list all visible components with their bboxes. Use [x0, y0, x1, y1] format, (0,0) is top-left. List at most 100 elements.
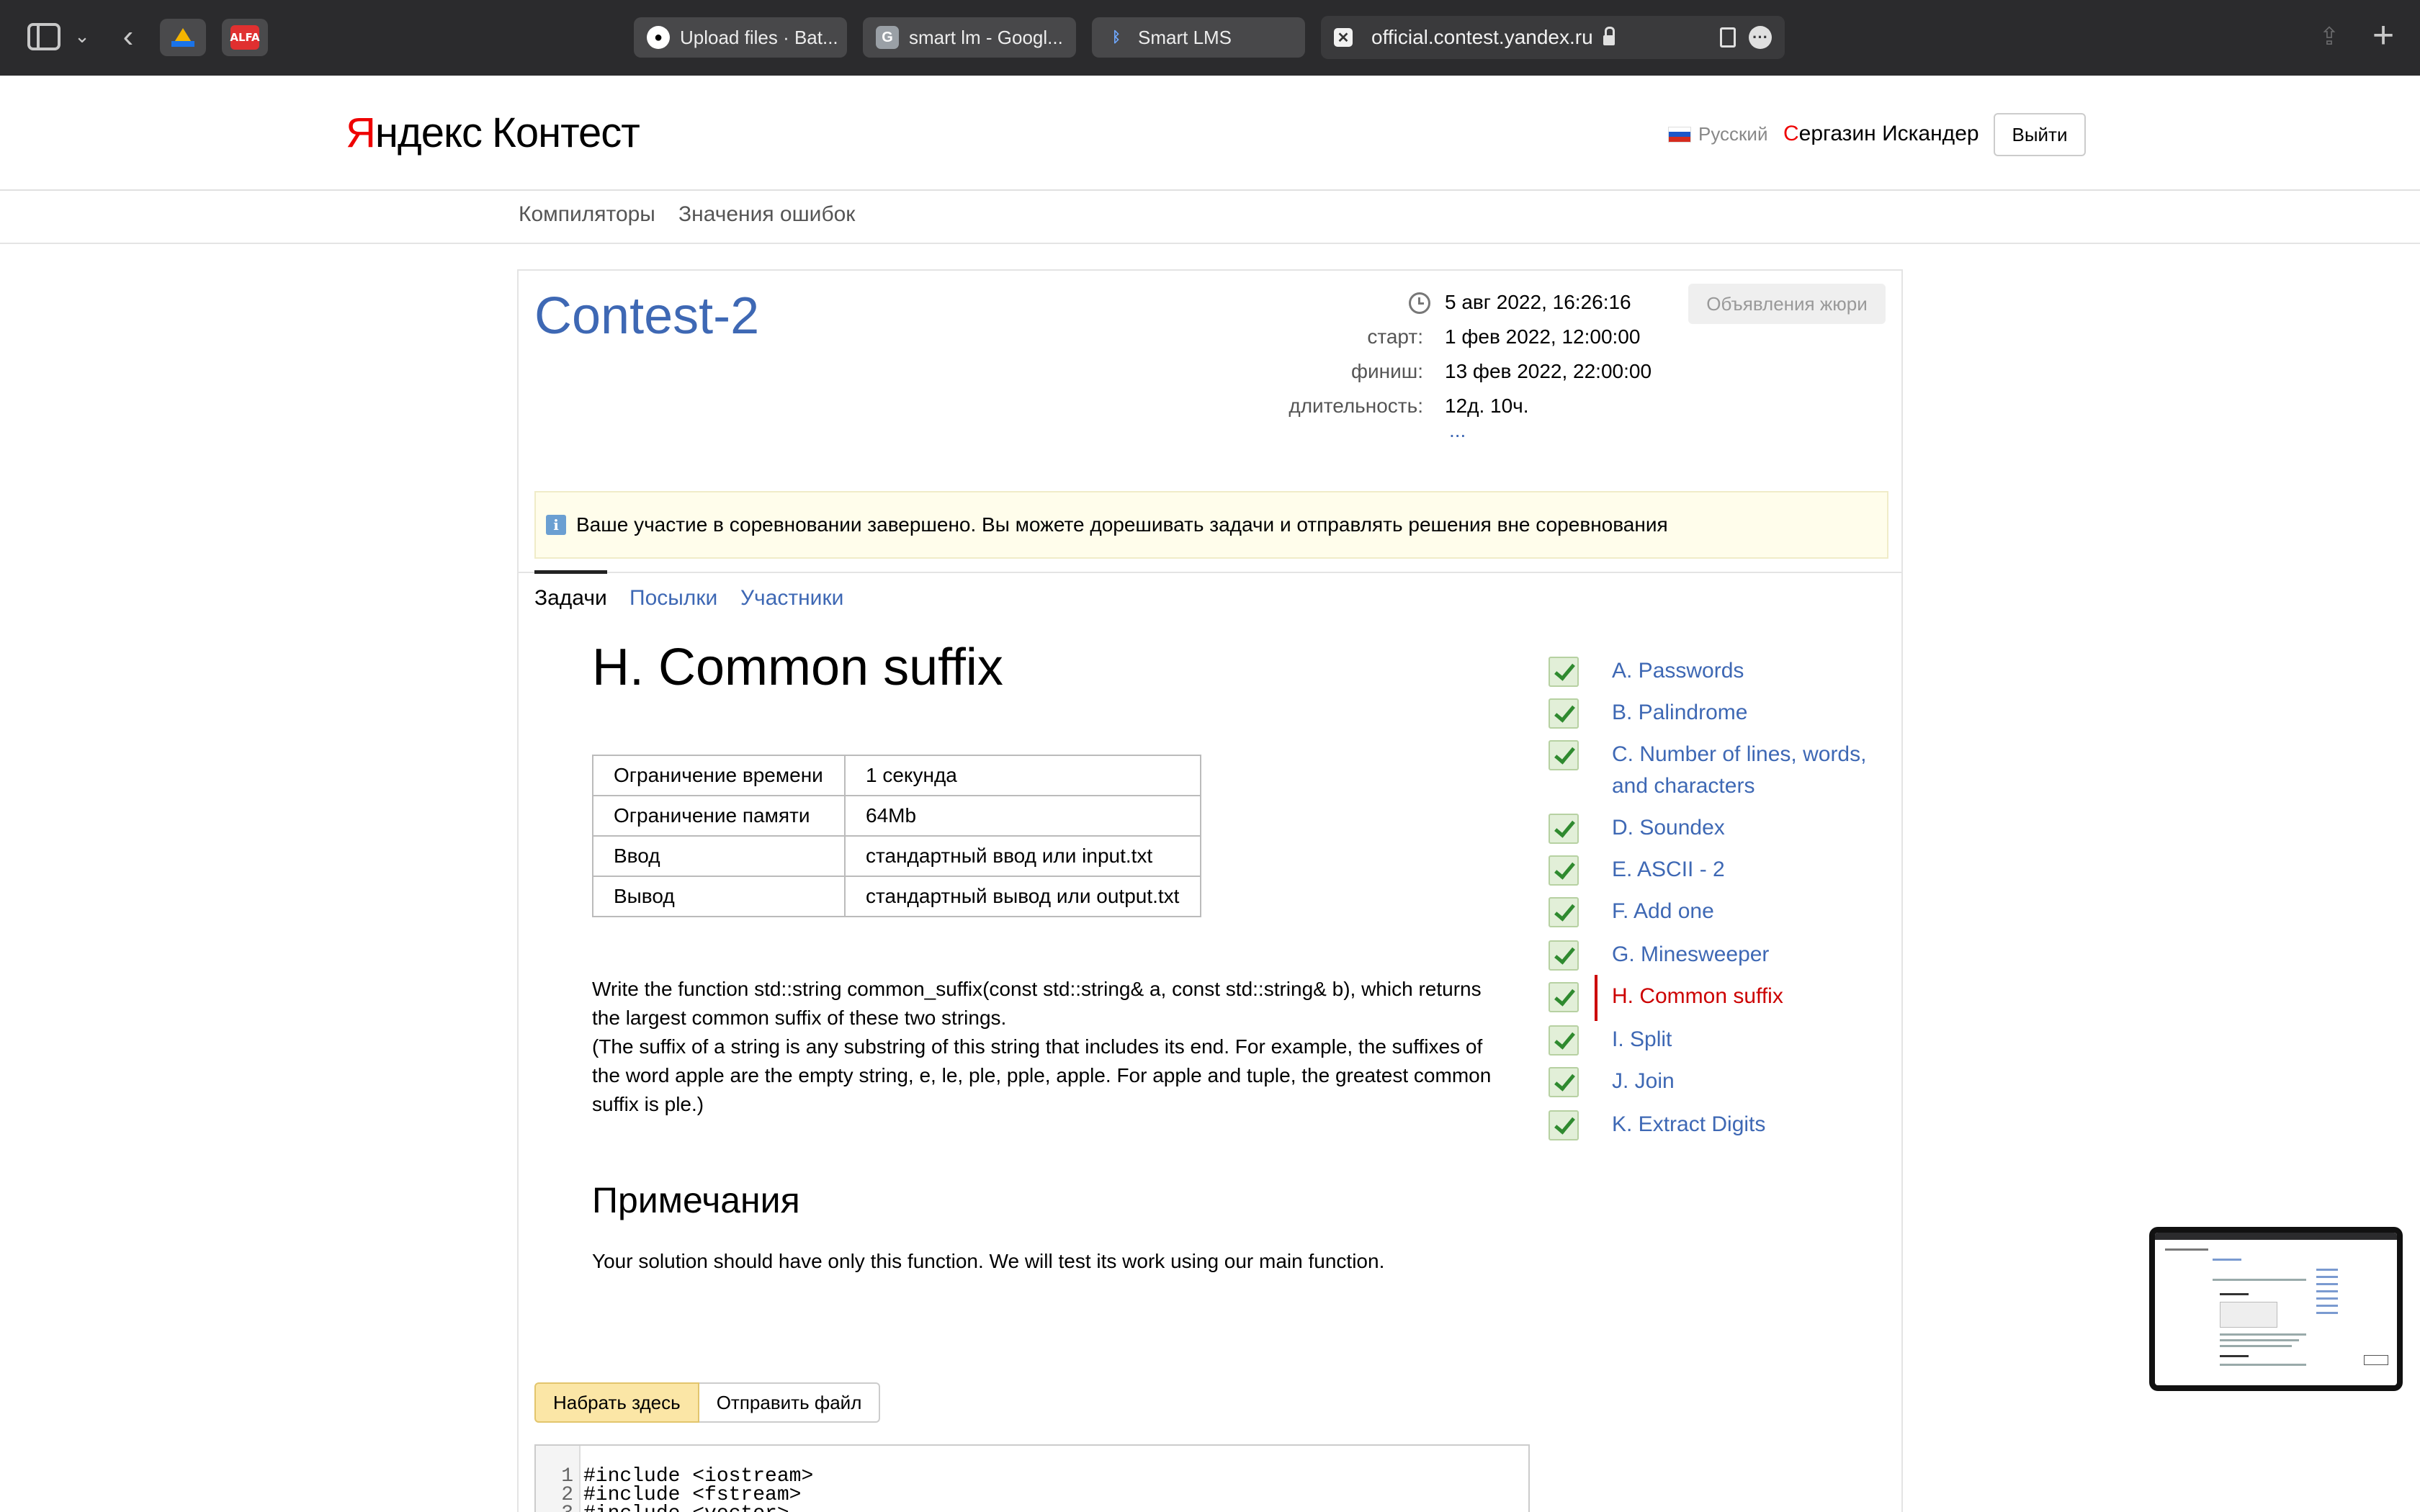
more-options-icon[interactable]: ··· [1749, 26, 1772, 49]
table-row: Ограничение времени 1 секунда [592, 755, 1201, 796]
problem-link-g[interactable]: G. Minesweeper [1612, 939, 1900, 971]
tabs-divider [519, 572, 1901, 573]
problem-link-i[interactable]: I. Split [1612, 1024, 1900, 1056]
limits-table: Ограничение времени 1 секунда Ограничени… [592, 755, 1201, 917]
solved-check-icon [1549, 740, 1579, 770]
sidebar-toggle-icon[interactable] [27, 23, 60, 50]
compilers-link[interactable]: Компиляторы [519, 202, 655, 227]
solved-check-icon [1549, 814, 1579, 844]
address-text: official.contest.yandex.ru [1371, 26, 1593, 48]
limit-key: Ввод [592, 835, 846, 877]
finish-label: финиш: [1350, 360, 1423, 382]
tab-tasks[interactable]: Задачи [534, 570, 607, 611]
start-time: 1 фев 2022, 12:00:00 [1445, 325, 1641, 348]
address-bar[interactable]: ✕ official.contest.yandex.ru ··· [1321, 16, 1785, 59]
notice-text: Ваше участие в соревновании завершено. В… [576, 513, 1668, 536]
problem-link-b[interactable]: B. Palindrome [1612, 697, 1900, 729]
limit-key: Вывод [592, 876, 846, 917]
start-label: старт: [1367, 325, 1423, 348]
problem-link-k[interactable]: K. Extract Digits [1612, 1109, 1900, 1140]
browser-toolbar: ⌄ ‹ ALFA ● Upload files · Bat... G smart… [0, 0, 2420, 76]
language-label: Русский [1698, 123, 1768, 145]
contest-panel: Contest-2 5 авг 2022, 16:26:16 старт: 1 … [517, 269, 1903, 1512]
participation-notice: i Ваше участие в соревновании завершено.… [534, 491, 1888, 559]
problem-link-j[interactable]: J. Join [1612, 1066, 1900, 1097]
github-icon: ● [647, 26, 670, 49]
solved-check-icon [1549, 657, 1579, 687]
limit-value: 64Mb [844, 795, 1201, 837]
alfa-extension-icon[interactable]: ALFA [222, 19, 268, 56]
share-icon[interactable]: ⇪ [2315, 19, 2344, 55]
notes-text: Your solution should have only this func… [592, 1250, 1385, 1272]
logout-button[interactable]: Выйти [1994, 113, 2086, 156]
duration-label: длительность: [1289, 395, 1423, 417]
russian-flag-icon [1668, 126, 1691, 143]
code-line: 2 #include <fstream> [561, 1484, 802, 1506]
error-values-link[interactable]: Значения ошибок [678, 202, 855, 227]
notes-heading: Примечания [592, 1180, 800, 1220]
code-line: 3#include <vector> [536, 1486, 789, 1512]
window-thumbnail-preview[interactable] [2149, 1227, 2403, 1391]
table-row: Ограничение памяти 64Mb [592, 795, 1201, 837]
browser-tab-upload-files[interactable]: ● Upload files · Bat... [634, 17, 847, 58]
limit-key: Ограничение памяти [592, 795, 846, 837]
chevron-down-icon[interactable]: ⌄ [72, 22, 92, 50]
problem-link-a[interactable]: A. Passwords [1612, 655, 1900, 687]
limit-value: стандартный вывод или output.txt [844, 876, 1201, 917]
new-tab-plus-icon[interactable]: + [2367, 14, 2400, 56]
google-g-icon: G [876, 26, 899, 49]
problem-title: H. Common suffix [592, 639, 1003, 696]
user-name[interactable]: Сергазин Искандер [1783, 122, 1979, 146]
tab-participants[interactable]: Участники [740, 586, 843, 611]
clock-icon [1409, 292, 1430, 314]
contest-title[interactable]: Contest-2 [534, 287, 759, 346]
tab-label: Smart LMS [1138, 26, 1232, 48]
solved-check-icon [1549, 897, 1579, 927]
thumbnail-content [2155, 1233, 2397, 1385]
duration-value: 12д. 10ч. [1445, 395, 1529, 417]
code-line: 1 #include <iostream> [561, 1465, 814, 1488]
solved-check-icon [1549, 1025, 1579, 1056]
solved-check-icon [1549, 940, 1579, 971]
current-problem-indicator [1595, 975, 1597, 1021]
site-header: Яндекс Контест Русский Сергазин Искандер … [0, 76, 2420, 191]
reader-mode-icon[interactable] [1720, 27, 1736, 48]
problem-link-e[interactable]: E. ASCII - 2 [1612, 854, 1900, 886]
statement-paragraph: Write the function std::string common_su… [592, 978, 1482, 1029]
browser-tab-google-search[interactable]: G smart lm - Googl... [863, 17, 1076, 58]
info-icon: i [546, 515, 566, 535]
more-info-link[interactable]: ... [1449, 419, 1466, 442]
problem-statement: Write the function std::string common_su… [592, 975, 1514, 1119]
jury-announcements-button[interactable]: Объявления жюри [1688, 284, 1886, 324]
solved-check-icon [1549, 698, 1579, 729]
solved-check-icon [1549, 1067, 1579, 1097]
current-time: 5 авг 2022, 16:26:16 [1445, 291, 1631, 313]
limit-value: стандартный ввод или input.txt [844, 835, 1201, 877]
tab-submissions[interactable]: Посылки [629, 586, 717, 611]
table-row: Ввод стандартный ввод или input.txt [592, 835, 1201, 877]
type-here-tab[interactable]: Набрать здесь [534, 1382, 699, 1423]
back-arrow-icon[interactable]: ‹ [114, 19, 143, 55]
solved-check-icon [1549, 1110, 1579, 1140]
secondary-nav: Компиляторы Значения ошибок [0, 191, 2420, 244]
problem-link-h[interactable]: H. Common suffix [1612, 981, 1900, 1012]
code-editor[interactable]: 1 #include <iostream> 2 #include <fstream>… [534, 1444, 1530, 1512]
finish-time: 13 фев 2022, 22:00:00 [1445, 360, 1652, 382]
limit-key: Ограничение времени [592, 755, 846, 796]
send-file-tab[interactable]: Отправить файл [699, 1382, 881, 1423]
tab-label: Upload files · Bat... [680, 26, 838, 48]
solved-check-icon [1549, 982, 1579, 1012]
lock-icon [1603, 27, 1615, 45]
google-drive-extension-icon[interactable] [160, 19, 206, 56]
language-switcher[interactable]: Русский [1668, 123, 1767, 145]
tab-label: smart lm - Googl... [909, 26, 1063, 48]
limit-value: 1 секунда [844, 755, 1201, 796]
problem-link-c[interactable]: C. Number of lines, words, and character… [1612, 739, 1900, 802]
yandex-x-favicon-icon: ✕ [1334, 28, 1353, 47]
problem-link-d[interactable]: D. Soundex [1612, 812, 1900, 844]
smart-lms-icon: ᛒ [1112, 29, 1121, 45]
yandex-contest-logo[interactable]: Яндекс Контест [346, 109, 640, 157]
table-row: Вывод стандартный вывод или output.txt [592, 876, 1201, 917]
browser-tab-smart-lms[interactable]: ᛒ Smart LMS [1092, 17, 1305, 58]
problem-link-f[interactable]: F. Add one [1612, 896, 1900, 927]
